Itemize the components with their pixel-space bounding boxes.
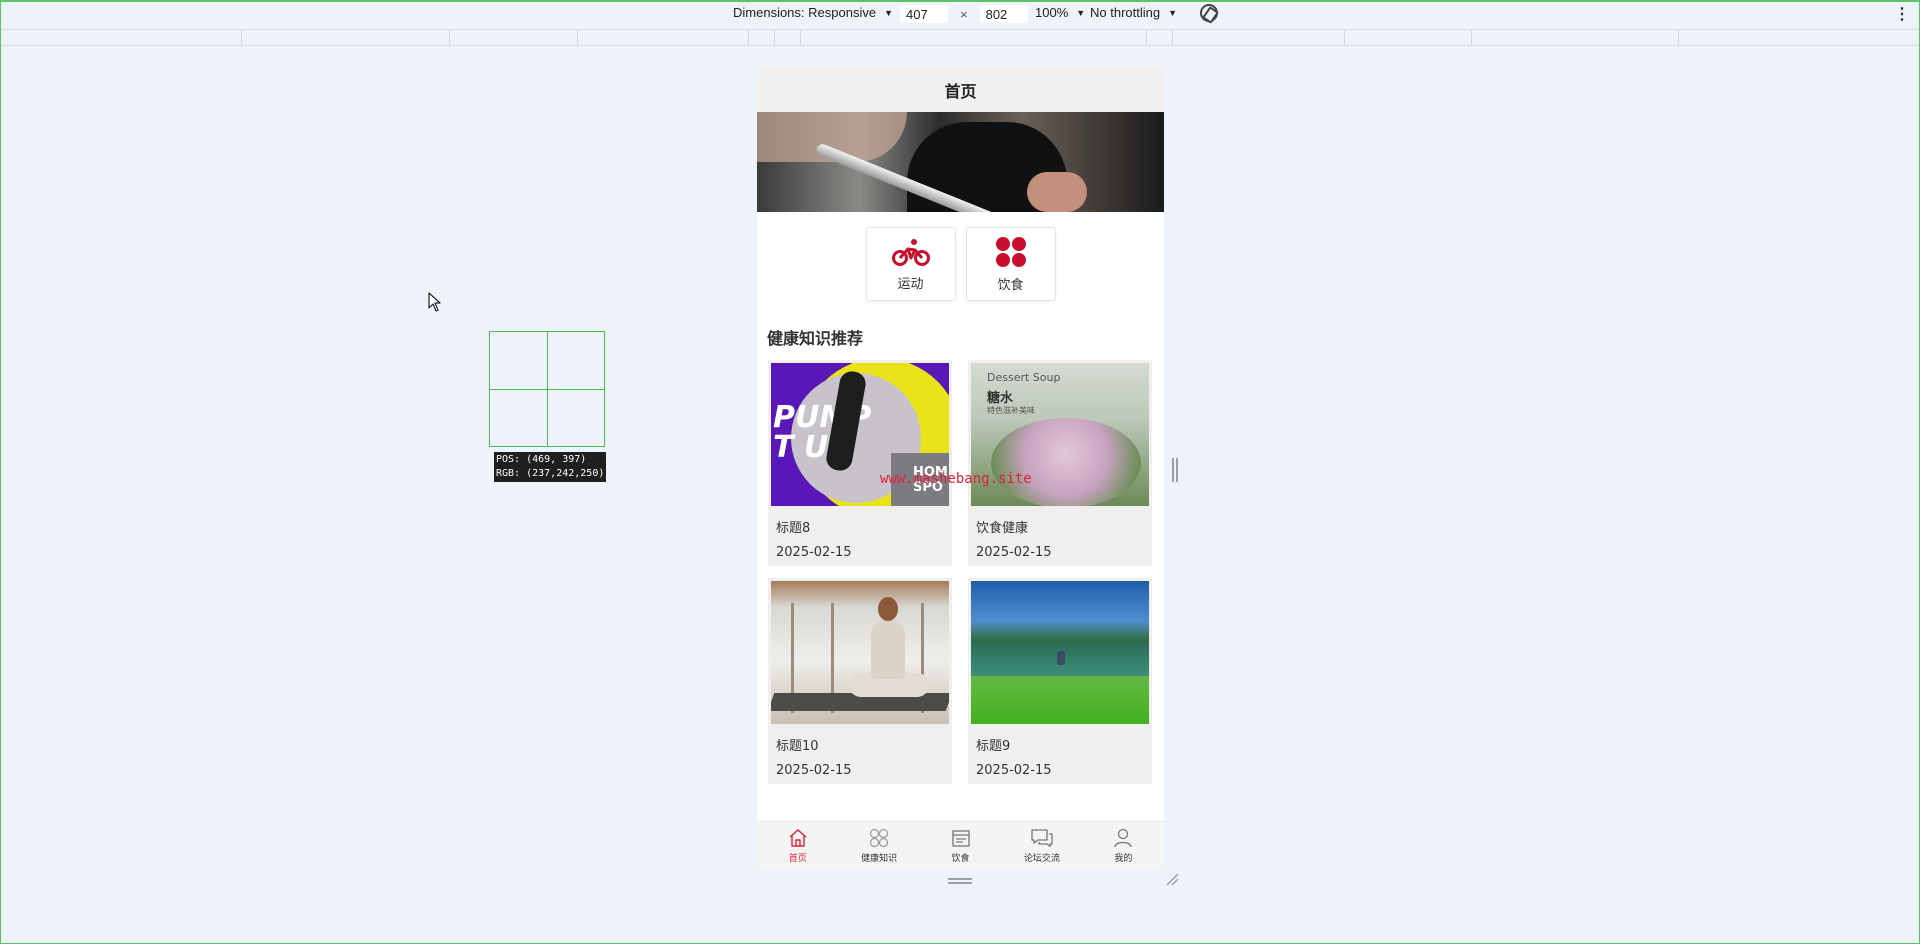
tab-label: 我的 [1114, 854, 1133, 864]
tab-health-knowledge[interactable]: 健康知识 [838, 822, 919, 869]
ruler-tick [748, 30, 749, 46]
throttling-dropdown[interactable]: No throttling ▼ [1090, 5, 1177, 20]
thumb-text-line: HOME [913, 465, 949, 480]
mobile-viewport: 首页 运动 饮食 健康知识推荐 PUMP T UP HOM SPO 标题8 20… [757, 67, 1164, 869]
tab-label: 饮食 [951, 854, 970, 864]
chat-icon [1031, 829, 1053, 848]
article-title: 标题8 [776, 521, 811, 536]
rotate-icon[interactable] [1200, 4, 1218, 22]
banner-hand [1027, 172, 1087, 212]
tab-mine[interactable]: 我的 [1083, 822, 1164, 869]
article-card[interactable]: PUMP T UP HOME SPO 标题8 2025-02-15 [768, 360, 952, 566]
article-title: 饮食健康 [976, 521, 1029, 536]
article-date: 2025-02-15 [976, 763, 1052, 778]
dimension-inputs: 407 × 802 [900, 5, 1028, 23]
height-input[interactable]: 802 [979, 5, 1028, 23]
ruler-tick [1678, 30, 1679, 46]
thumb-label-box: HOME SPO [891, 453, 949, 506]
zoom-label: 100% [1035, 5, 1069, 20]
thumb-text-line: 糖水 [987, 391, 1014, 406]
color-picker-magnifier [489, 331, 605, 447]
dimensions-dropdown[interactable]: Dimensions: Responsive ▼ [733, 5, 893, 20]
ruler-tick [800, 30, 801, 46]
article-grid: PUMP T UP HOME SPO 标题8 2025-02-15 Desser… [757, 349, 1164, 784]
zoom-dropdown[interactable]: 100% ▼ [1035, 5, 1085, 20]
article-card[interactable]: Dessert Soup 糖水 特色滋补美味 饮食健康 2025-02-15 [968, 360, 1152, 566]
color-picker-info: POS: (469, 397) RGB: (237,242,250) [494, 452, 607, 482]
caret-down-icon: ▼ [1076, 7, 1086, 18]
thumb-figure [871, 619, 905, 679]
caret-down-icon: ▼ [1168, 7, 1178, 18]
article-thumbnail: PUMP T UP HOME SPO [771, 363, 949, 506]
banner-image[interactable] [757, 112, 1164, 212]
picker-position: POS: (469, 397) [496, 454, 587, 465]
tab-label: 首页 [788, 854, 807, 864]
user-icon [1114, 828, 1132, 848]
tab-forum[interactable]: 论坛交流 [1001, 822, 1082, 869]
page-title: 首页 [944, 81, 977, 101]
article-card[interactable]: 标题10 2025-02-15 [768, 578, 952, 784]
ruler-tick [1344, 30, 1345, 46]
page-header: 首页 [757, 67, 1164, 112]
ruler-tick [449, 30, 450, 46]
bicycle-icon [891, 238, 930, 266]
article-card[interactable]: 标题9 2025-02-15 [968, 578, 1152, 784]
ruler-tick [241, 30, 242, 46]
resize-handle-bottom[interactable] [948, 878, 972, 884]
devtools-device-toolbar: Dimensions: Responsive ▼ 407 × 802 100% … [0, 0, 1920, 29]
caret-down-icon: ▼ [884, 7, 893, 18]
tab-label: 健康知识 [861, 854, 898, 864]
dimensions-label: Dimensions: Responsive [733, 5, 877, 20]
category-sport-button[interactable]: 运动 [865, 227, 956, 301]
thumb-text-line: SPO [913, 480, 943, 495]
ruler-tick [1146, 30, 1147, 46]
category-label: 饮食 [997, 277, 1024, 293]
throttling-label: No throttling [1090, 5, 1161, 20]
tab-home[interactable]: 首页 [757, 822, 838, 869]
ruler-tick [577, 30, 578, 46]
times-sign: × [960, 6, 968, 22]
thumb-bowl [991, 418, 1141, 506]
grid-icon [870, 828, 889, 848]
article-date: 2025-02-15 [776, 763, 852, 778]
more-options-icon[interactable]: ⋮ [1894, 4, 1910, 24]
width-input[interactable]: 407 [900, 5, 948, 23]
article-title: 标题10 [776, 739, 819, 754]
thumb-text-line: Dessert Soup [987, 371, 1061, 384]
tab-diet[interactable]: 饮食 [920, 822, 1001, 869]
thumb-text-line: T UP [773, 430, 851, 465]
category-diet-button[interactable]: 饮食 [965, 227, 1056, 301]
thumb-figure [1057, 651, 1065, 665]
home-icon [789, 829, 807, 847]
media-query-ruler[interactable] [0, 29, 1920, 46]
article-thumbnail: Dessert Soup 糖水 特色滋补美味 [971, 363, 1149, 506]
ruler-tick [1172, 30, 1173, 46]
resize-handle-right[interactable] [1172, 458, 1178, 482]
ruler-tick [774, 30, 775, 46]
category-row: 运动 饮食 [757, 212, 1164, 301]
tab-label: 论坛交流 [1023, 854, 1060, 864]
bottom-tab-bar: 首页 健康知识 饮食 论坛交流 我的 [757, 821, 1164, 869]
thumb-figure [878, 597, 898, 621]
four-dots-icon [995, 236, 1026, 267]
section-title: 健康知识推荐 [767, 329, 864, 348]
picker-rgb: RGB: (237,242,250) [496, 468, 605, 479]
calendar-icon [951, 830, 970, 847]
ruler-tick [1471, 30, 1472, 46]
resize-corner-icon[interactable] [1165, 872, 1179, 886]
category-label: 运动 [897, 276, 924, 292]
article-thumbnail [771, 581, 949, 724]
mouse-cursor-icon [428, 292, 441, 312]
thumb-text-line: 特色滋补美味 [987, 406, 1035, 415]
article-date: 2025-02-15 [776, 545, 852, 560]
article-date: 2025-02-15 [976, 545, 1052, 560]
article-thumbnail [971, 581, 1149, 724]
picker-crosshair [490, 389, 604, 390]
article-title: 标题9 [976, 739, 1011, 754]
